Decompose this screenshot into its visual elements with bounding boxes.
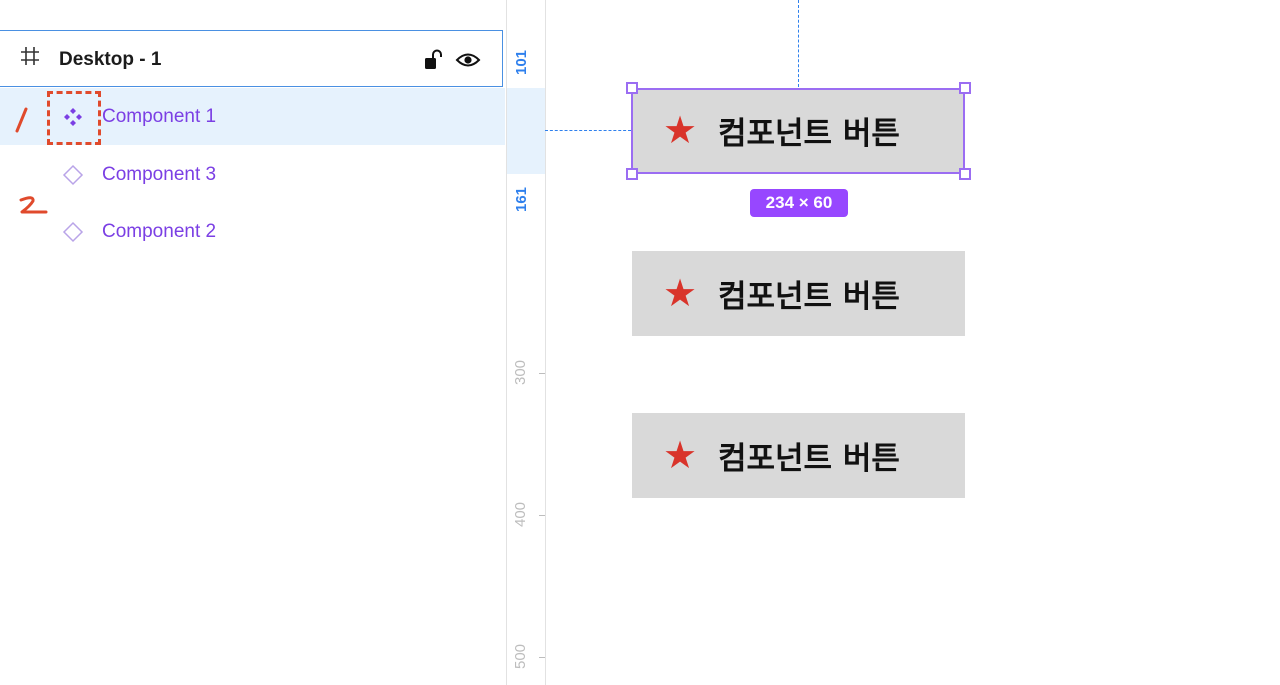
eye-icon[interactable] (455, 50, 481, 70)
layer-frame-desktop-1[interactable]: Desktop - 1 (0, 30, 503, 87)
layer-label: Component 1 (102, 106, 217, 127)
annotation-mark-2 (19, 196, 48, 214)
component-button-2[interactable]: ★ 컴포넌트 버튼 (632, 251, 965, 336)
button-label: 컴포넌트 버튼 (718, 116, 900, 152)
layers-panel: Desktop - 1 Component 1 Component 3 Comp… (0, 0, 506, 685)
measure-guide-horizontal (545, 130, 631, 131)
button-label: 컴포넌트 버튼 (718, 441, 900, 477)
ruler-tick (539, 373, 545, 374)
ruler-tick-label: 500 (512, 643, 530, 670)
star-icon: ★ (662, 109, 698, 152)
ruler-tick-label: 400 (512, 501, 530, 528)
resize-handle-top-right[interactable] (959, 82, 971, 94)
frame-hash-icon (21, 47, 39, 65)
measure-guide-vertical (798, 0, 799, 87)
unlock-icon[interactable] (424, 49, 442, 71)
ruler-tick (539, 657, 545, 658)
annotation-dashed-box (47, 91, 101, 145)
resize-handle-top-left[interactable] (626, 82, 638, 94)
ruler-selection-end: 161 (513, 186, 531, 213)
vertical-ruler[interactable]: 101 161 300 400 500 (506, 0, 546, 685)
frame-title: Desktop - 1 (59, 49, 162, 70)
ruler-tick-label: 300 (512, 359, 530, 386)
component-instance-icon (62, 221, 84, 243)
layer-label: Component 2 (102, 221, 217, 242)
layer-item-component-2[interactable]: Component 2 (0, 203, 505, 260)
component-button-3[interactable]: ★ 컴포넌트 버튼 (632, 413, 965, 498)
ruler-tick (539, 515, 545, 516)
resize-handle-bottom-left[interactable] (626, 168, 638, 180)
star-icon: ★ (662, 434, 698, 477)
button-label: 컴포넌트 버튼 (718, 279, 900, 315)
resize-handle-bottom-right[interactable] (959, 168, 971, 180)
ruler-selection-start: 101 (513, 49, 531, 76)
component-instance-icon (62, 164, 84, 186)
star-icon: ★ (662, 272, 698, 315)
component-button-1[interactable]: ★ 컴포넌트 버튼 (632, 88, 965, 173)
layer-item-component-3[interactable]: Component 3 (0, 146, 505, 203)
layer-label: Component 3 (102, 164, 217, 185)
annotation-mark-1 (15, 107, 28, 133)
selection-size-badge: 234 × 60 (750, 189, 848, 217)
ruler-selection-highlight (507, 88, 545, 174)
